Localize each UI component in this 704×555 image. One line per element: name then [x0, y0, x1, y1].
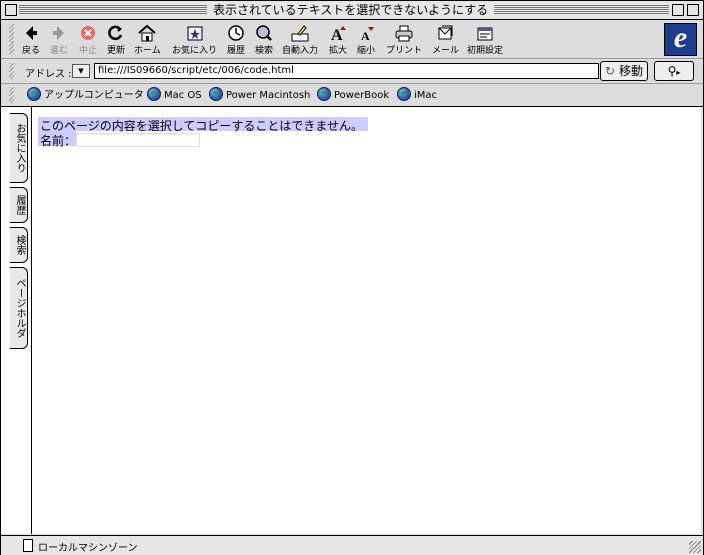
forward-arrow-icon [53, 26, 64, 40]
autofill-button[interactable]: 自動入力 [282, 24, 318, 56]
search-button[interactable]: 検索 [254, 24, 274, 56]
close-box[interactable] [5, 4, 17, 16]
resize-handle[interactable] [689, 541, 701, 553]
forward-label: 進む [49, 46, 68, 56]
zoom-box[interactable] [672, 4, 684, 16]
bookmark-label: Mac OS [164, 90, 202, 101]
tab-page-holder[interactable]: ページホルダ [10, 267, 28, 349]
preferences-label: 初期設定 [467, 46, 504, 56]
bookmark-apple[interactable]: アップルコンピュータ [27, 87, 144, 103]
globe-icon [397, 87, 411, 101]
tab-favorites[interactable]: お気に入り [10, 113, 28, 183]
globe-icon [27, 87, 41, 101]
browser-window: 表示されているテキストを選択できないようにする 戻る 進む 中止 更新 ホーム … [0, 0, 704, 555]
mail-button[interactable]: メール [432, 24, 459, 56]
bookmark-label: Power Macintosh [226, 90, 311, 101]
text-larger-label: 拡大 [328, 46, 347, 56]
globe-icon [317, 87, 331, 101]
svg-text:A: A [361, 29, 370, 42]
text-larger-button[interactable]: A 拡大 [328, 24, 348, 56]
home-icon [138, 24, 157, 42]
print-button[interactable]: プリント [386, 24, 422, 56]
refresh-button[interactable]: 更新 [106, 24, 126, 56]
mail-icon [438, 25, 452, 40]
home-button[interactable]: ホーム [134, 24, 161, 56]
go-arrow-icon: ↻ [605, 64, 616, 78]
address-input[interactable]: file:///IS09660/script/etc/006/code.html [94, 63, 599, 79]
address-bar: アドレス : ▼ file:///IS09660/script/etc/006/… [1, 59, 703, 84]
back-button[interactable]: 戻る [21, 24, 41, 56]
print-label: プリント [386, 46, 423, 56]
refresh-label: 更新 [106, 46, 125, 56]
page-message: このページの内容を選択してコピーすることはできません。 [40, 119, 364, 133]
go-button[interactable]: ↻ 移動 [600, 61, 648, 81]
history-button[interactable]: 履歴 [226, 24, 246, 56]
page-content: このページの内容を選択してコピーすることはできません。 名前： [32, 107, 701, 534]
favorites-label: お気に入り [172, 46, 218, 56]
bookmarks-bar: アップルコンピュータ Mac OS Power Macintosh PowerB… [1, 84, 703, 107]
address-label: アドレス : [25, 69, 72, 80]
toolbar-grip[interactable] [9, 24, 14, 54]
text-larger-icon: A [331, 26, 346, 42]
window-title: 表示されているテキストを選択できないようにする [207, 2, 495, 18]
zone-icon [23, 539, 33, 552]
bookmark-powerbook[interactable]: PowerBook [317, 87, 389, 103]
back-label: 戻る [21, 46, 40, 56]
search-label: 検索 [254, 46, 273, 56]
autofill-icon [291, 25, 309, 42]
bookmarks-grip[interactable] [9, 87, 14, 103]
bookmark-label: iMac [414, 90, 438, 101]
text-smaller-label: 縮小 [356, 46, 375, 56]
go-label: 移動 [618, 64, 643, 78]
explorer-sidebar: お気に入り 履歴 検索 ページホルダ [1, 107, 32, 534]
search-icon [256, 25, 272, 41]
status-bar: ローカルマシンゾーン [1, 535, 703, 555]
stop-icon [81, 26, 95, 40]
ie-logo[interactable]: e [664, 23, 697, 56]
address-history-dropdown[interactable]: ▼ [72, 64, 90, 78]
preferences-button[interactable]: 初期設定 [467, 24, 503, 56]
tab-history[interactable]: 履歴 [10, 187, 28, 223]
stop-button[interactable]: 中止 [78, 24, 98, 56]
text-smaller-icon: A [361, 27, 374, 42]
back-arrow-icon [26, 26, 37, 40]
address-grip[interactable] [9, 63, 14, 79]
security-zone: ローカルマシンゾーン [38, 543, 138, 554]
refresh-icon [108, 25, 123, 41]
stop-label: 中止 [78, 46, 97, 56]
mail-label: メール [432, 46, 460, 56]
bookmark-label: アップルコンピュータ [44, 90, 144, 101]
history-icon [228, 25, 244, 41]
title-bar[interactable]: 表示されているテキストを選択できないようにする [1, 1, 703, 20]
bookmark-imac[interactable]: iMac [397, 87, 437, 103]
chevron-down-icon: ▼ [78, 67, 84, 75]
forward-button[interactable]: 進む [49, 24, 69, 56]
history-label: 履歴 [226, 46, 245, 56]
favorites-button[interactable]: お気に入り [172, 24, 217, 56]
name-label: 名前： [40, 134, 77, 148]
globe-icon [147, 87, 161, 101]
autofill-label: 自動入力 [282, 46, 319, 56]
bookmark-label: PowerBook [334, 90, 390, 101]
dropdown-arrow-icon: ▸ [676, 68, 681, 77]
tab-search[interactable]: 検索 [10, 227, 28, 263]
bookmark-macos[interactable]: Mac OS [147, 87, 202, 103]
globe-icon [209, 87, 223, 101]
preferences-icon [477, 27, 493, 41]
home-label: ホーム [134, 46, 161, 56]
bookmark-power-macintosh[interactable]: Power Macintosh [209, 87, 310, 103]
print-icon [395, 25, 413, 42]
favorites-icon [187, 26, 202, 41]
search-dropdown-button[interactable]: ⚲▸ [654, 61, 694, 81]
name-input[interactable] [76, 133, 200, 147]
toolbar: 戻る 進む 中止 更新 ホーム お気に入り 履歴 検索 自動入力 A 拡大 A … [1, 20, 703, 59]
text-smaller-button[interactable]: A 縮小 [356, 24, 376, 56]
collapse-box[interactable] [687, 4, 699, 16]
